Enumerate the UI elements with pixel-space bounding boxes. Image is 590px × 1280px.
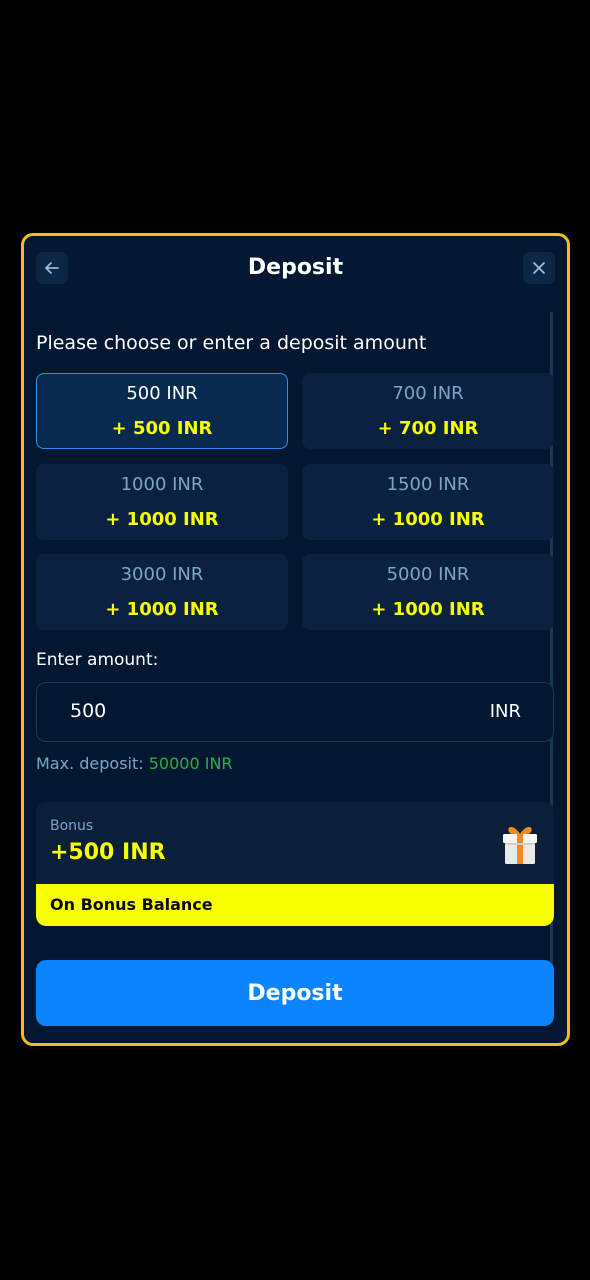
max-deposit-info: Max. deposit: 50000 INR (36, 754, 233, 773)
preset-bonus: + 500 INR (111, 418, 213, 439)
preset-bonus: + 1000 INR (105, 509, 219, 530)
preset-tile-500[interactable]: 500 INR + 500 INR (36, 373, 288, 449)
preset-bonus: + 1000 INR (105, 599, 219, 620)
preset-amount: 5000 INR (386, 564, 470, 585)
bonus-label: Bonus (50, 818, 94, 834)
gift-icon (503, 827, 537, 864)
preset-tile-1000[interactable]: 1000 INR + 1000 INR (36, 464, 288, 540)
preset-amount: 1000 INR (120, 474, 204, 495)
close-icon (533, 262, 545, 274)
preset-tile-700[interactable]: 700 INR + 700 INR (302, 373, 554, 449)
preset-amount: 500 INR (126, 383, 198, 404)
preset-tile-1500[interactable]: 1500 INR + 1000 INR (302, 464, 554, 540)
bonus-balance-strip: On Bonus Balance (36, 884, 554, 926)
preset-bonus: + 1000 INR (371, 599, 485, 620)
preset-bonus: + 1000 INR (371, 509, 485, 530)
preset-amount: 1500 INR (386, 474, 470, 495)
amount-input[interactable] (70, 700, 450, 722)
max-deposit-value: 50000 INR (148, 754, 233, 773)
preset-bonus: + 700 INR (377, 418, 479, 439)
close-button[interactable] (523, 252, 555, 284)
bonus-balance-label: On Bonus Balance (50, 895, 213, 914)
preset-tile-5000[interactable]: 5000 INR + 1000 INR (302, 554, 554, 630)
page-title: Deposit (247, 255, 344, 280)
currency-suffix: INR (489, 701, 521, 722)
bonus-value: +500 INR (50, 840, 166, 865)
deposit-modal: Deposit Please choose or enter a deposit… (21, 233, 570, 1046)
amount-field: INR (36, 682, 554, 742)
preset-tile-3000[interactable]: 3000 INR + 1000 INR (36, 554, 288, 630)
modal-header: Deposit (24, 236, 567, 302)
preset-amount: 3000 INR (120, 564, 204, 585)
deposit-prompt: Please choose or enter a deposit amount (36, 332, 427, 354)
preset-amount: 700 INR (392, 383, 464, 404)
max-deposit-label: Max. deposit: (36, 754, 144, 773)
amount-label: Enter amount: (36, 650, 159, 670)
bonus-card: Bonus +500 INR On Bonus Balance (36, 802, 554, 926)
deposit-button[interactable]: Deposit (36, 960, 554, 1026)
